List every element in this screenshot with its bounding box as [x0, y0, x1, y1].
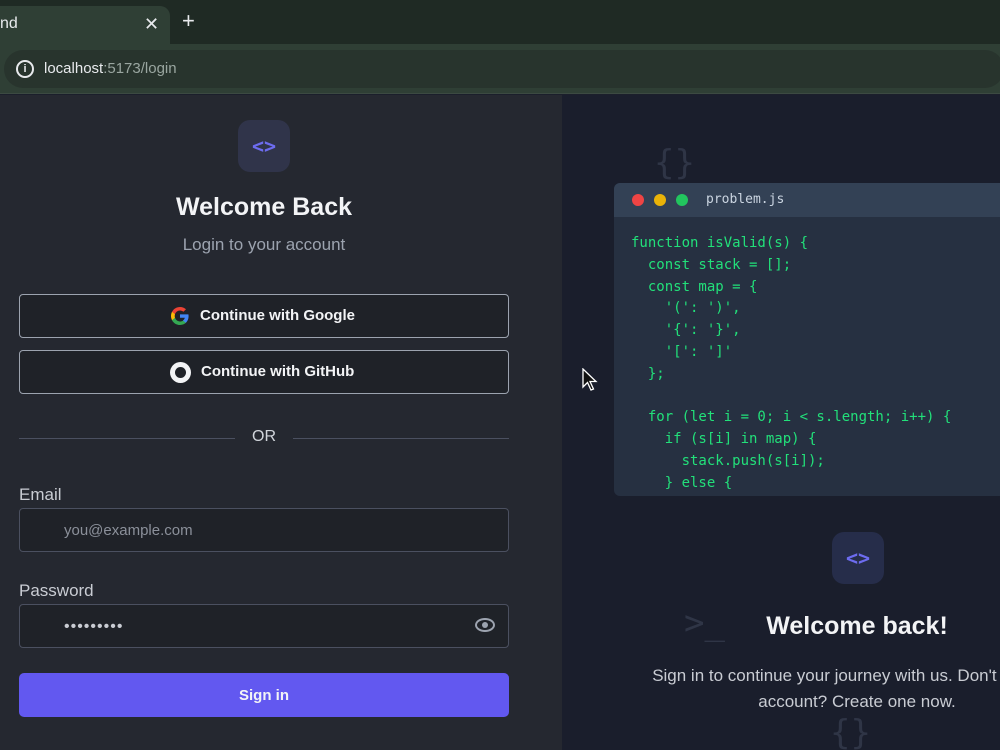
browser-tab-bar: nd ✕ +: [0, 0, 1000, 44]
plus-icon[interactable]: +: [182, 10, 195, 32]
close-icon[interactable]: ✕: [144, 14, 159, 35]
email-label: Email: [19, 485, 62, 504]
info-icon[interactable]: i: [16, 60, 34, 78]
password-input[interactable]: •••••••••: [19, 604, 509, 648]
github-login-label: Continue with GitHub: [201, 363, 355, 380]
or-separator: OR: [252, 428, 276, 445]
password-value: •••••••••: [64, 618, 124, 635]
window-dot-red: [632, 194, 644, 206]
code-logo-icon: <>: [832, 532, 884, 584]
url-host: localhost: [44, 60, 104, 77]
divider-left: [19, 438, 235, 439]
window-dot-green: [676, 194, 688, 206]
code-window: problem.js function isValid(s) { const s…: [614, 183, 1000, 496]
password-label: Password: [19, 581, 94, 600]
promo-text: Sign in to continue your journey with us…: [652, 666, 1000, 711]
github-icon: [170, 362, 191, 383]
divider-right: [293, 438, 509, 439]
login-panel: <> Welcome Back Login to your account Co…: [0, 95, 562, 750]
url-field[interactable]: i localhost:5173/login: [4, 50, 1000, 88]
code-window-header: problem.js: [614, 183, 1000, 217]
promo-panel: {} problem.js function isValid(s) { cons…: [562, 95, 1000, 750]
login-subtitle: Login to your account: [182, 235, 346, 254]
tab-title: nd: [0, 15, 18, 32]
email-input-wrapper: [19, 508, 509, 552]
browser-address-bar: i localhost:5173/login: [0, 44, 1000, 94]
sign-in-button[interactable]: Sign in: [19, 673, 509, 717]
google-login-label: Continue with Google: [200, 307, 355, 324]
promo-title: Welcome back!: [766, 612, 948, 640]
google-icon: [171, 307, 189, 325]
login-title: Welcome Back: [175, 193, 352, 221]
code-filename: problem.js: [706, 192, 785, 207]
braces-decoration: {}: [654, 143, 695, 183]
eye-icon[interactable]: [475, 618, 495, 632]
mouse-cursor-icon: [582, 368, 598, 391]
braces-decoration: {}: [830, 713, 871, 750]
browser-tab[interactable]: nd ✕: [0, 6, 170, 44]
code-snippet: function isValid(s) { const stack = []; …: [631, 235, 952, 491]
google-login-button[interactable]: Continue with Google: [19, 294, 509, 338]
code-logo-icon: <>: [238, 120, 290, 172]
email-input[interactable]: [64, 509, 464, 551]
url-path: :5173/login: [103, 60, 177, 77]
github-login-button[interactable]: Continue with GitHub: [19, 350, 509, 394]
window-dot-yellow: [654, 194, 666, 206]
url-text: localhost:5173/login: [44, 60, 177, 77]
